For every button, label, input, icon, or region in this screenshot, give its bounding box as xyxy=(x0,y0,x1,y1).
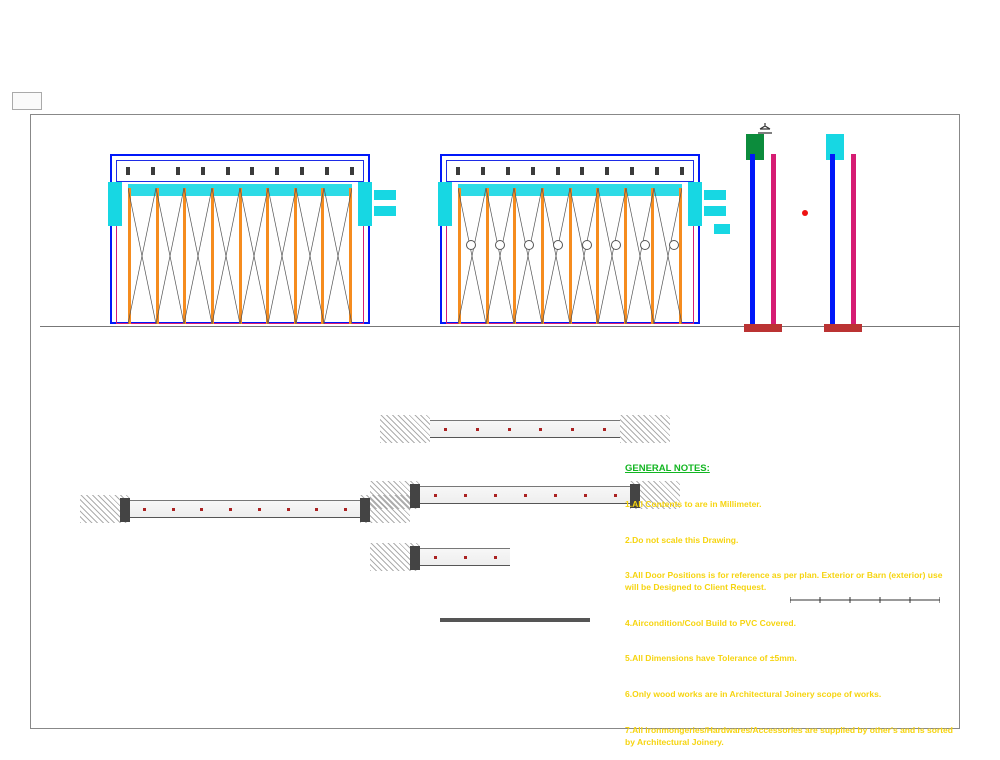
note-item: 2.Do not scale this Drawing. xyxy=(625,535,955,547)
elevation-internal xyxy=(440,154,700,324)
plan-closed xyxy=(130,500,360,518)
section-a xyxy=(750,134,776,328)
note-item: 4.Aircondition/Cool Build to PVC Covered… xyxy=(625,618,955,630)
note-item: 1.All Contents to are in Millimeter. xyxy=(625,499,955,511)
plan-row-4 xyxy=(440,618,590,622)
plan-row-3 xyxy=(420,548,510,566)
thumb-box xyxy=(12,92,42,110)
plan-row-1 xyxy=(430,420,620,438)
section-b xyxy=(830,134,856,328)
note-item: 5.All Dimensions have Tolerance of ±5mm. xyxy=(625,653,955,665)
note-item: 6.Only wood works are in Architectural J… xyxy=(625,689,955,701)
note-item: 7.All ironmongeries/Hardwares/Accessorie… xyxy=(625,725,955,749)
notes-title: GENERAL NOTES: xyxy=(625,462,955,475)
ground-line xyxy=(40,326,960,327)
marker-dot xyxy=(802,210,808,216)
scale-bar xyxy=(790,590,940,596)
plan-row-2 xyxy=(420,486,630,504)
elevation-external xyxy=(110,154,370,324)
hanger-icon xyxy=(758,122,772,134)
